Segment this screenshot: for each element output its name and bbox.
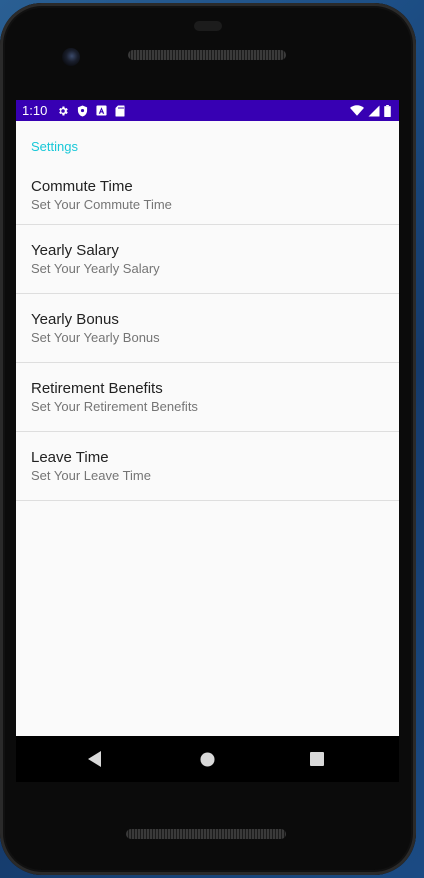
signal-icon bbox=[368, 105, 380, 117]
earpiece-slot bbox=[194, 21, 222, 31]
shield-icon bbox=[77, 105, 88, 117]
pref-retirement-benefits[interactable]: Retirement Benefits Set Your Retirement … bbox=[16, 363, 399, 432]
pref-commute-time[interactable]: Commute Time Set Your Commute Time bbox=[16, 166, 399, 225]
pref-summary: Set Your Leave Time bbox=[31, 467, 151, 483]
recents-icon[interactable] bbox=[308, 750, 326, 768]
a-icon bbox=[96, 105, 107, 116]
pref-title: Retirement Benefits bbox=[31, 379, 163, 397]
pref-summary: Set Your Retirement Benefits bbox=[31, 398, 198, 414]
back-icon[interactable] bbox=[86, 750, 104, 768]
front-camera bbox=[62, 48, 80, 66]
status-system-icons bbox=[350, 100, 391, 121]
navigation-bar bbox=[16, 736, 399, 782]
wifi-icon bbox=[350, 105, 364, 116]
settings-category-title: Settings bbox=[31, 139, 78, 154]
pref-summary: Set Your Yearly Bonus bbox=[31, 329, 160, 345]
pref-leave-time[interactable]: Leave Time Set Your Leave Time bbox=[16, 432, 399, 501]
bottom-speaker-grille bbox=[126, 829, 286, 839]
status-notification-icons bbox=[57, 105, 125, 117]
pref-summary: Set Your Commute Time bbox=[31, 196, 172, 212]
status-bar: 1:10 bbox=[16, 100, 399, 121]
gear-icon bbox=[57, 105, 69, 117]
pref-summary: Set Your Yearly Salary bbox=[31, 260, 160, 276]
top-speaker-grille bbox=[128, 50, 286, 60]
pref-title: Leave Time bbox=[31, 448, 109, 466]
home-icon[interactable] bbox=[198, 750, 216, 768]
pref-title: Commute Time bbox=[31, 177, 133, 195]
battery-icon bbox=[384, 104, 391, 117]
pref-yearly-bonus[interactable]: Yearly Bonus Set Your Yearly Bonus bbox=[16, 294, 399, 363]
pref-title: Yearly Salary bbox=[31, 241, 119, 259]
pref-title: Yearly Bonus bbox=[31, 310, 119, 328]
app-screen: 1:10 Settings Commute Time Set Your Comm… bbox=[16, 100, 399, 736]
sd-card-icon bbox=[115, 105, 125, 117]
pref-yearly-salary[interactable]: Yearly Salary Set Your Yearly Salary bbox=[16, 225, 399, 294]
status-time: 1:10 bbox=[22, 103, 48, 118]
